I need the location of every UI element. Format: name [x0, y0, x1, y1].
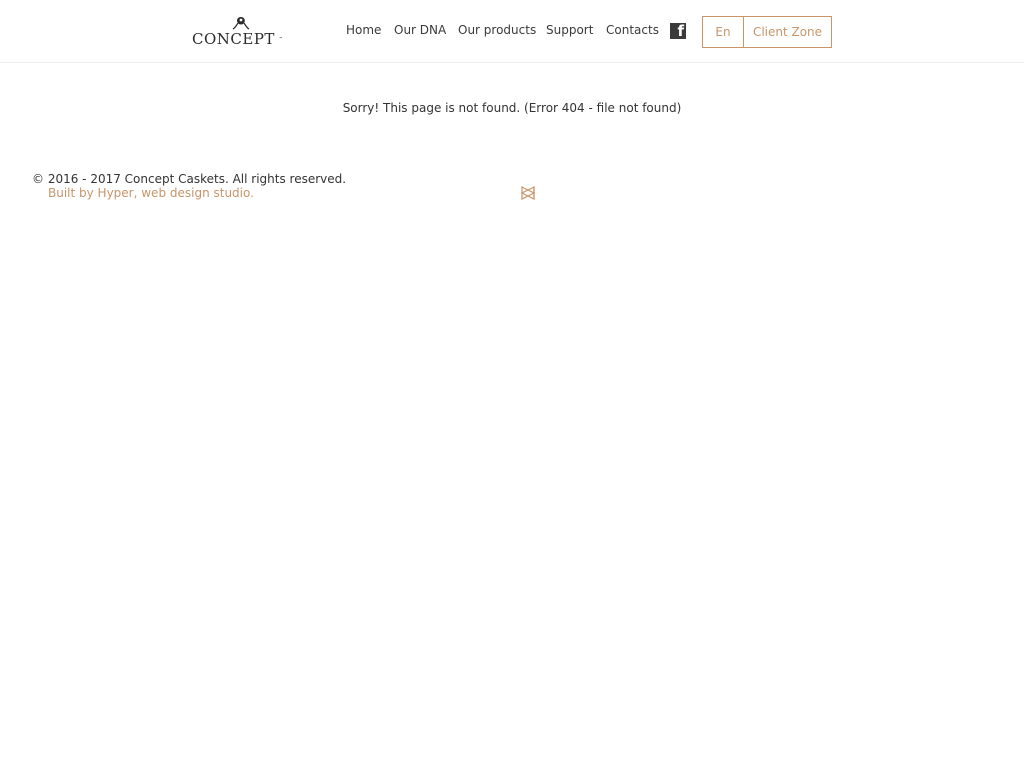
nav-our-products[interactable]: Our products: [458, 23, 536, 37]
nav-our-dna[interactable]: Our DNA: [394, 23, 446, 37]
error-message: Sorry! This page is not found. (Error 40…: [342, 101, 682, 115]
nav-home[interactable]: Home: [346, 23, 381, 37]
concept-logo[interactable]: CONCEPT ™: [192, 14, 284, 48]
language-button[interactable]: En: [702, 16, 744, 48]
copyright-text: © 2016 - 2017 Concept Caskets. All right…: [32, 172, 347, 186]
facebook-icon[interactable]: f: [670, 23, 686, 39]
logo-trademark: ™: [279, 36, 283, 41]
site-header: CONCEPT ™ Home Our DNA Our products Supp…: [0, 0, 1024, 63]
logo-text: CONCEPT: [192, 30, 275, 48]
nav-contacts[interactable]: Contacts: [606, 23, 659, 37]
built-by-link[interactable]: Built by Hyper, web design studio.: [48, 186, 254, 200]
client-zone-button[interactable]: Client Zone: [743, 16, 832, 48]
nav-support[interactable]: Support: [546, 23, 593, 37]
hyper-logo-icon[interactable]: [521, 186, 535, 200]
